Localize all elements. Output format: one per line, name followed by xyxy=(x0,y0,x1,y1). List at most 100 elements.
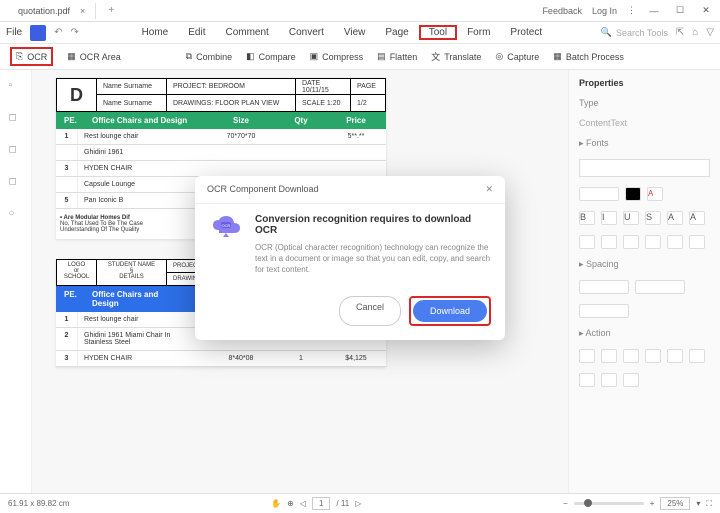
close-window-icon[interactable]: ✕ xyxy=(698,3,714,19)
zoom-out-icon[interactable]: − xyxy=(563,499,568,508)
align-y-button[interactable] xyxy=(689,235,705,249)
bold-button[interactable]: B xyxy=(579,211,595,225)
expand-icon[interactable]: ▽ xyxy=(706,27,714,38)
font-color-button[interactable] xyxy=(625,187,641,201)
dialog-close-icon[interactable]: ✕ xyxy=(485,184,493,195)
fonts-section[interactable]: ▸ Fonts xyxy=(579,138,710,149)
redo-icon[interactable]: ↷ xyxy=(67,27,83,38)
next-page-icon[interactable]: ▷ xyxy=(355,499,361,508)
cloud-icon[interactable]: ⌂ xyxy=(692,27,698,38)
title-bar: quotation.pdf × + Feedback Log In ⋮ — ☐ … xyxy=(0,0,720,22)
login-link[interactable]: Log In xyxy=(592,6,617,16)
menu-page[interactable]: Page xyxy=(375,27,418,38)
tool-toolbar: ⎘OCR ▦OCR Area ⧉Combine ◧Compare ▣Compre… xyxy=(0,44,720,70)
font-size-select[interactable] xyxy=(579,187,619,201)
sub-button[interactable]: A xyxy=(689,211,705,225)
strike-button[interactable]: S xyxy=(645,211,661,225)
font-family-select[interactable] xyxy=(579,159,710,177)
properties-panel: Properties Type ContentText ▸ Fonts A B … xyxy=(568,70,720,493)
align-center-button[interactable] xyxy=(601,235,617,249)
search-icon: 🔍 xyxy=(601,27,612,38)
feedback-link[interactable]: Feedback xyxy=(542,6,582,16)
super-button[interactable]: A xyxy=(667,211,683,225)
zoom-slider[interactable] xyxy=(574,502,644,505)
para-spacing-stepper[interactable] xyxy=(635,280,685,294)
batch-button[interactable]: ▦Batch Process xyxy=(553,51,624,62)
dialog-heading: Conversion recognition requires to downl… xyxy=(255,214,491,236)
align-justify-button[interactable] xyxy=(645,235,661,249)
search-tools[interactable]: 🔍Search Tools xyxy=(601,27,668,38)
dialog-title: OCR Component Download xyxy=(207,184,319,195)
menu-comment[interactable]: Comment xyxy=(215,27,278,38)
share-icon[interactable]: ⇱ xyxy=(676,27,684,38)
ocr-button[interactable]: ⎘OCR xyxy=(10,47,53,66)
attachment-icon[interactable]: ◻ xyxy=(9,176,23,190)
menu-form[interactable]: Form xyxy=(457,27,500,38)
menu-home[interactable]: Home xyxy=(132,27,179,38)
fullscreen-icon[interactable]: ⛶ xyxy=(706,499,712,509)
undo-icon[interactable]: ↶ xyxy=(50,27,66,38)
menu-tool[interactable]: Tool xyxy=(419,25,457,40)
compare-button[interactable]: ◧Compare xyxy=(246,51,296,62)
italic-button[interactable]: I xyxy=(601,211,617,225)
tab-label: quotation.pdf xyxy=(18,6,70,16)
menu-edit[interactable]: Edit xyxy=(178,27,215,38)
align-x-button[interactable] xyxy=(667,235,683,249)
action-section[interactable]: ▸ Action xyxy=(579,328,710,339)
menu-convert[interactable]: Convert xyxy=(279,27,334,38)
search-panel-icon[interactable]: ○ xyxy=(9,208,23,222)
ocr-download-dialog: OCR Component Download ✕ OCR Conversion … xyxy=(195,176,505,340)
translate-icon: 文 xyxy=(431,50,440,63)
zoom-dropdown-icon[interactable]: ▾ xyxy=(696,499,700,508)
left-rail: ▫ ◻ ◻ ◻ ○ xyxy=(0,70,32,493)
zoom-in-icon[interactable]: + xyxy=(650,499,655,508)
document-tab[interactable]: quotation.pdf × xyxy=(8,3,96,19)
action-9[interactable] xyxy=(623,373,639,387)
zoom-value[interactable]: 25% xyxy=(660,497,690,510)
translate-button[interactable]: 文Translate xyxy=(431,50,481,63)
download-button[interactable]: Download xyxy=(413,300,487,322)
action-6[interactable] xyxy=(689,349,705,363)
underline-button[interactable]: U xyxy=(623,211,639,225)
ocr-area-button[interactable]: ▦OCR Area xyxy=(67,51,121,62)
ocr-area-icon: ▦ xyxy=(67,51,76,62)
hand-tool-icon[interactable]: ✋ xyxy=(271,499,281,508)
new-tab-button[interactable]: + xyxy=(100,5,122,16)
action-3[interactable] xyxy=(623,349,639,363)
minimize-icon[interactable]: — xyxy=(646,3,662,19)
file-menu[interactable]: File xyxy=(6,27,22,38)
close-icon[interactable]: × xyxy=(80,6,85,16)
svg-text:OCR: OCR xyxy=(222,223,231,228)
action-7[interactable] xyxy=(579,373,595,387)
menu-protect[interactable]: Protect xyxy=(500,27,552,38)
flatten-button[interactable]: ▤Flatten xyxy=(377,51,417,62)
font-color-a[interactable]: A xyxy=(647,187,663,201)
cancel-button[interactable]: Cancel xyxy=(339,296,401,326)
line-spacing-stepper[interactable] xyxy=(579,280,629,294)
action-2[interactable] xyxy=(601,349,617,363)
align-right-button[interactable] xyxy=(623,235,639,249)
kebab-icon[interactable]: ⋮ xyxy=(627,5,636,16)
prev-page-icon[interactable]: ◁ xyxy=(300,499,306,508)
align-left-button[interactable] xyxy=(579,235,595,249)
page-input[interactable]: 1 xyxy=(312,497,330,510)
action-1[interactable] xyxy=(579,349,595,363)
action-4[interactable] xyxy=(645,349,661,363)
char-spacing-stepper[interactable] xyxy=(579,304,629,318)
action-5[interactable] xyxy=(667,349,683,363)
menu-bar: File ↶ ↷ Home Edit Comment Convert View … xyxy=(0,22,720,44)
comment-panel-icon[interactable]: ◻ xyxy=(9,144,23,158)
table-row: 3HYDEN CHAIR xyxy=(56,161,386,177)
cloud-ocr-icon: OCR xyxy=(209,214,243,242)
spacing-section[interactable]: ▸ Spacing xyxy=(579,259,710,270)
select-tool-icon[interactable]: ⊕ xyxy=(287,499,294,508)
capture-button[interactable]: ◎Capture xyxy=(495,51,539,62)
bookmark-icon[interactable]: ◻ xyxy=(9,112,23,126)
menu-view[interactable]: View xyxy=(334,27,376,38)
thumbnails-icon[interactable]: ▫ xyxy=(9,80,23,94)
action-8[interactable] xyxy=(601,373,617,387)
maximize-icon[interactable]: ☐ xyxy=(672,3,688,19)
compress-button[interactable]: ▣Compress xyxy=(310,51,364,62)
combine-button[interactable]: ⧉Combine xyxy=(186,51,232,62)
capture-icon: ◎ xyxy=(495,51,503,62)
